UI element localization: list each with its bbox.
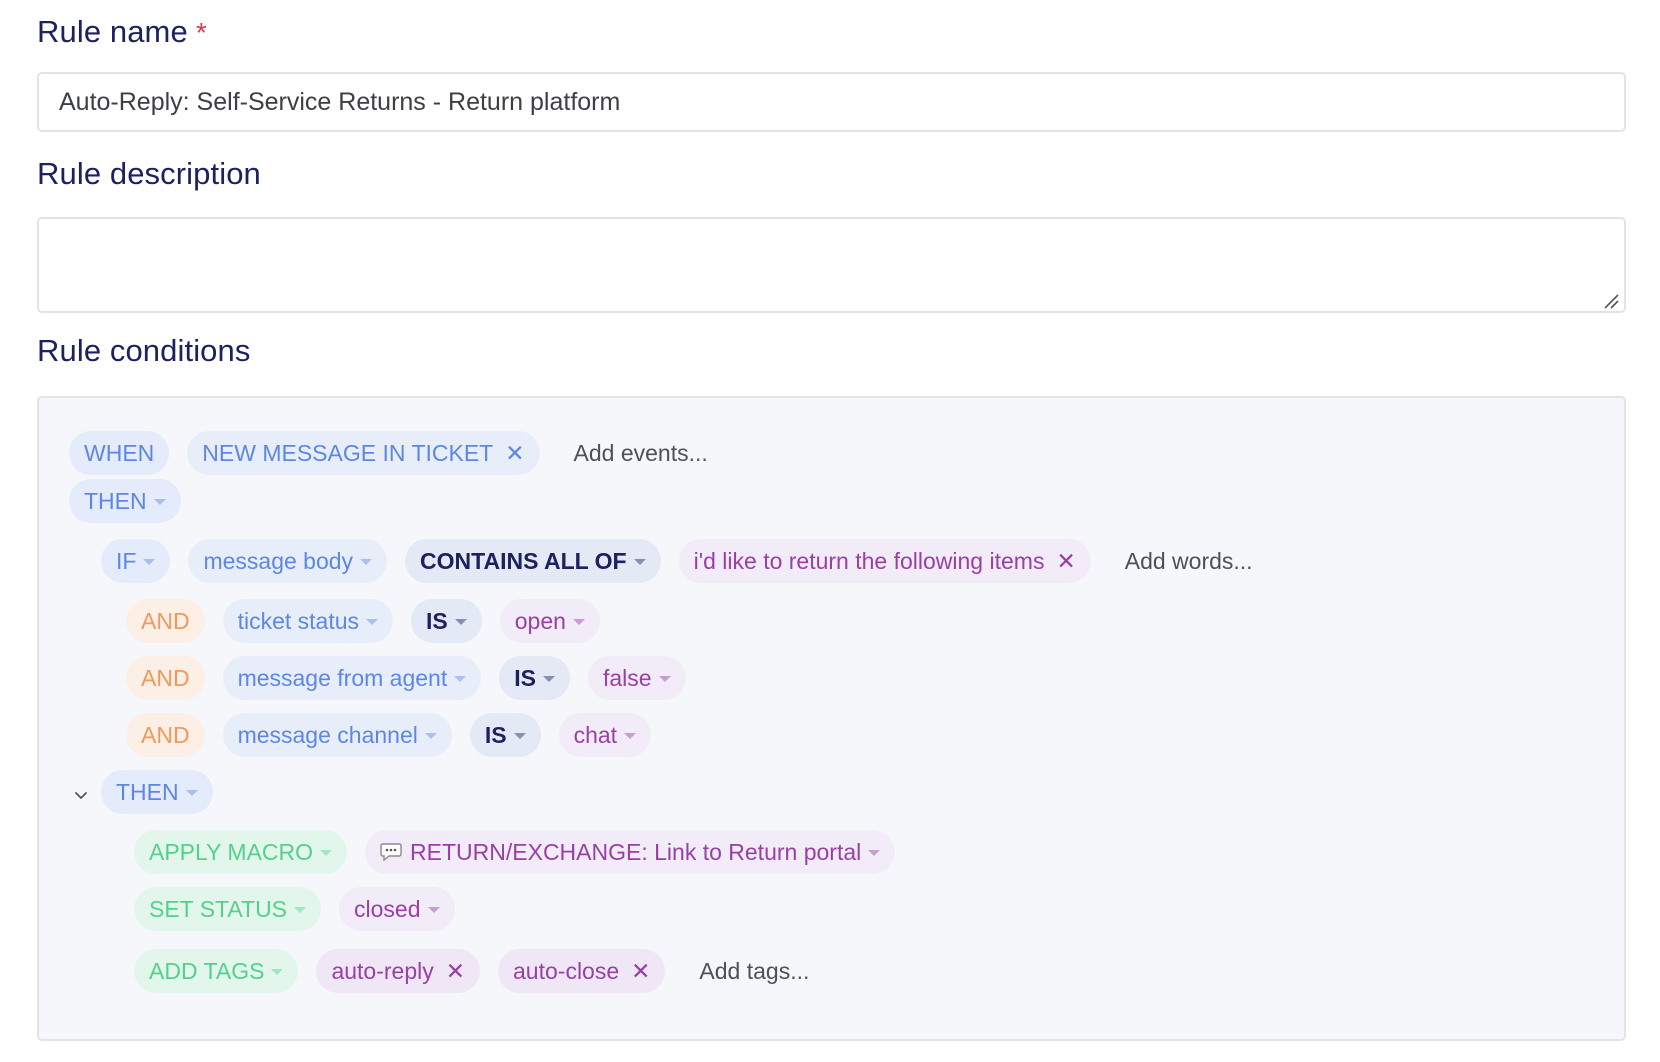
tag-label: auto-close: [513, 957, 620, 984]
caret-down-icon: [513, 733, 526, 739]
when-keyword: WHEN: [69, 431, 170, 475]
set-status-row: SET STATUS closed: [134, 885, 473, 933]
if-value-pill[interactable]: i'd like to return the following items ✕: [678, 539, 1091, 583]
and-field-dropdown[interactable]: message from agent: [222, 656, 482, 700]
remove-word-icon[interactable]: ✕: [1056, 549, 1075, 573]
and-operator-dropdown[interactable]: IS: [411, 599, 482, 643]
then-row-2: THEN: [101, 768, 231, 816]
resize-grip-icon[interactable]: [1603, 293, 1619, 309]
if-operator-dropdown[interactable]: CONTAINS ALL OF: [405, 539, 661, 583]
caret-down-icon: [868, 850, 881, 856]
then-keyword-dropdown-1[interactable]: THEN: [69, 479, 181, 523]
then-keyword-dropdown-2[interactable]: THEN: [101, 770, 213, 814]
caret-down-icon: [454, 676, 467, 682]
rule-description-textarea[interactable]: [37, 217, 1626, 313]
and-value-dropdown[interactable]: false: [587, 656, 686, 700]
caret-down-icon: [454, 619, 467, 625]
macro-value-dropdown[interactable]: RETURN/EXCHANGE: Link to Return portal: [365, 830, 896, 874]
and-keyword[interactable]: AND: [126, 713, 205, 757]
rule-name-label: Rule name *: [37, 14, 207, 50]
status-value-dropdown[interactable]: closed: [339, 887, 455, 931]
caret-down-icon: [271, 969, 284, 975]
add-words-input[interactable]: Add words...: [1125, 548, 1253, 575]
apply-macro-dropdown[interactable]: APPLY MACRO: [134, 830, 348, 874]
and-value-dropdown[interactable]: chat: [558, 713, 652, 757]
remove-tag-icon[interactable]: ✕: [631, 959, 650, 983]
apply-macro-row: APPLY MACRO RETURN/EXCHANGE: Link to Ret…: [134, 828, 913, 876]
required-mark: *: [195, 17, 207, 48]
event-pill-label: NEW MESSAGE IN TICKET: [202, 439, 494, 466]
rule-description-label: Rule description: [37, 156, 261, 191]
and-row-2: AND message from agent IS false: [126, 654, 704, 702]
then-row-1: THEN: [69, 477, 199, 525]
add-tags-row: ADD TAGS auto-reply ✕ auto-close ✕ Add t…: [134, 947, 809, 995]
rule-name-label-text: Rule name: [37, 14, 188, 49]
tag-pill[interactable]: auto-reply ✕: [316, 949, 481, 993]
tag-label: auto-reply: [331, 957, 434, 984]
caret-down-icon: [294, 907, 307, 913]
chevron-down-icon[interactable]: [73, 788, 89, 804]
set-status-dropdown[interactable]: SET STATUS: [134, 887, 322, 931]
caret-down-icon: [143, 559, 156, 565]
caret-down-icon: [366, 619, 378, 625]
and-operator-dropdown[interactable]: IS: [499, 656, 570, 700]
remove-event-icon[interactable]: ✕: [505, 441, 524, 465]
if-keyword-dropdown[interactable]: IF: [101, 539, 171, 583]
add-tags-dropdown[interactable]: ADD TAGS: [134, 949, 299, 993]
caret-down-icon: [633, 559, 646, 565]
add-events-input[interactable]: Add events...: [574, 440, 708, 467]
caret-down-icon: [572, 619, 585, 625]
remove-tag-icon[interactable]: ✕: [446, 959, 465, 983]
speech-bubble-icon: [380, 843, 402, 862]
and-operator-dropdown[interactable]: IS: [469, 713, 541, 757]
and-keyword[interactable]: AND: [126, 599, 205, 643]
and-keyword[interactable]: AND: [126, 656, 205, 700]
macro-value-label: RETURN/EXCHANGE: Link to Return portal: [410, 838, 862, 865]
rule-conditions-label: Rule conditions: [37, 333, 251, 368]
if-field-dropdown[interactable]: message body: [188, 539, 388, 583]
when-row: WHEN NEW MESSAGE IN TICKET ✕ Add events.…: [69, 429, 708, 477]
and-field-dropdown[interactable]: message channel: [222, 713, 452, 757]
caret-down-icon: [185, 790, 198, 796]
caret-down-icon: [424, 733, 437, 739]
and-row-1: AND ticket status IS open: [126, 597, 618, 645]
and-row-3: AND message channel IS chat: [126, 711, 669, 759]
tag-pill[interactable]: auto-close ✕: [498, 949, 666, 993]
if-row: IF message body CONTAINS ALL OF i'd like…: [101, 537, 1253, 585]
rule-conditions-panel: WHEN NEW MESSAGE IN TICKET ✕ Add events.…: [37, 396, 1626, 1041]
caret-down-icon: [320, 850, 333, 856]
caret-down-icon: [153, 499, 166, 505]
caret-down-icon: [360, 559, 373, 565]
caret-down-icon: [624, 733, 637, 739]
event-pill[interactable]: NEW MESSAGE IN TICKET ✕: [187, 431, 540, 475]
and-field-dropdown[interactable]: ticket status: [222, 599, 393, 643]
caret-down-icon: [542, 676, 555, 682]
and-value-dropdown[interactable]: open: [499, 599, 600, 643]
if-value-label: i'd like to return the following items: [693, 547, 1045, 574]
caret-down-icon: [658, 676, 671, 682]
caret-down-icon: [427, 907, 440, 913]
add-tags-input[interactable]: Add tags...: [699, 958, 809, 985]
rule-name-input[interactable]: [37, 72, 1626, 132]
